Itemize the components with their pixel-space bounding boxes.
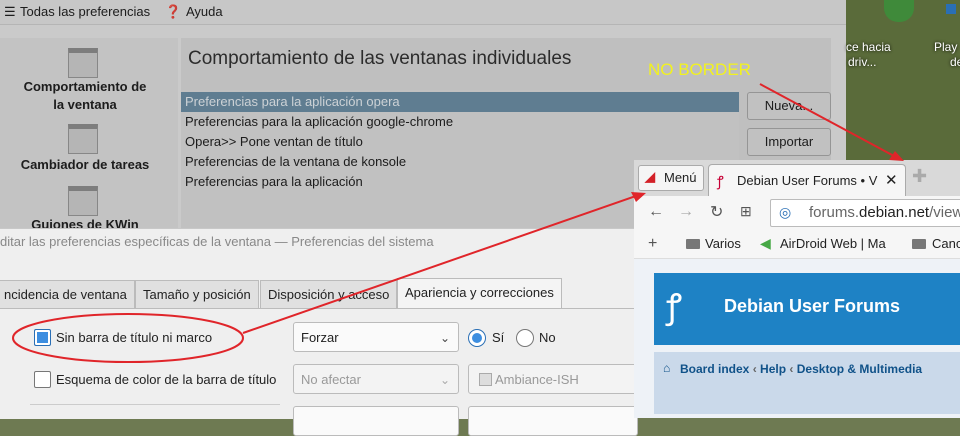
no-label: No <box>539 330 556 345</box>
yes-label: Sí <box>492 330 505 345</box>
desktop-icon-label[interactable]: Play de <box>934 40 960 70</box>
no-titlebar-checkbox[interactable] <box>34 329 51 346</box>
airdroid-icon: ◀ <box>760 235 771 251</box>
opera-menu-button[interactable]: ◢ Menú <box>638 165 704 191</box>
breadcrumb: ⌂ Board index ‹ Help ‹ Desktop & Multime… <box>654 352 960 414</box>
breadcrumb-help[interactable]: Help <box>760 362 786 376</box>
breadcrumb-board-index[interactable]: Board index <box>680 362 749 376</box>
color-scheme-value: Ambiance-ISH <box>495 372 579 387</box>
site-title[interactable]: Debian User Forums <box>724 296 900 317</box>
row-divider <box>30 404 280 405</box>
tab-window-match[interactable]: ncidencia de ventana <box>0 280 135 308</box>
no-titlebar-rule-select[interactable]: Forzar ⌄ <box>293 322 459 352</box>
tab-title: Debian User Forums • V <box>737 173 878 188</box>
url-prefix: forums. <box>809 204 860 221</box>
titlebar-color-rule-select[interactable]: No afectar ⌄ <box>293 364 459 394</box>
bookmark-varios[interactable]: Varios <box>705 236 741 251</box>
desktop-icon-text: ce hacia <box>846 40 891 54</box>
site-info-icon[interactable]: ◎ <box>779 204 791 221</box>
address-bar[interactable]: ◎ forums.debian.net/view <box>770 199 960 227</box>
debian-swirl-icon[interactable]: ꝭ <box>666 287 682 327</box>
next-rule-select[interactable] <box>293 406 459 436</box>
close-tab-icon[interactable]: ✕ <box>885 171 898 189</box>
titlebar-color-checkbox[interactable] <box>34 371 51 388</box>
yes-radio[interactable] <box>468 329 486 347</box>
debian-favicon-icon: ꝭ <box>717 173 724 189</box>
add-bookmark-icon[interactable]: + <box>648 235 657 253</box>
desktop-icon-label[interactable]: ce hacia driv... <box>846 40 891 70</box>
bookmarks-bar: + Varios ◀ AirDroid Web | Ma Canc <box>634 230 960 259</box>
annotation-label: NO BORDER <box>648 60 751 79</box>
color-scheme-select[interactable]: Ambiance-ISH <box>468 364 638 394</box>
breadcrumb-separator: ‹ <box>789 362 794 376</box>
no-radio[interactable] <box>516 329 534 347</box>
tab-arrangement-access[interactable]: Disposición y acceso <box>260 280 398 308</box>
site-header: ꝭ Debian User Forums <box>654 273 960 345</box>
bookmark-airdroid[interactable]: AirDroid Web | Ma <box>780 236 886 251</box>
back-icon[interactable]: ← <box>648 203 664 221</box>
breadcrumb-separator: ‹ <box>752 362 757 376</box>
browser-tab[interactable]: ꝭ Debian User Forums • V ✕ <box>708 164 906 197</box>
breadcrumb-desktop-multimedia[interactable]: Desktop & Multimedia <box>797 362 922 376</box>
reload-icon[interactable]: ↻ <box>710 202 723 222</box>
folder-icon <box>912 239 926 249</box>
new-tab-icon[interactable]: ✚ <box>912 166 927 187</box>
chevron-down-icon: ⌄ <box>439 331 450 345</box>
speed-dial-icon[interactable]: ⊞ <box>740 203 752 220</box>
chevron-down-icon: ⌄ <box>439 373 450 387</box>
url-domain: debian.net <box>859 204 930 221</box>
next-value-select[interactable] <box>468 406 638 436</box>
url-text: forums.debian.net/view <box>809 204 960 221</box>
desktop-icon-text: driv... <box>848 55 877 69</box>
desktop-icon-text: Play <box>934 40 958 54</box>
home-icon: ⌂ <box>663 361 671 375</box>
folder-icon <box>686 239 700 249</box>
opera-logo-icon: ◢ <box>645 169 655 184</box>
no-titlebar-label: Sin barra de título ni marco <box>56 330 213 345</box>
url-suffix: /view <box>929 204 960 221</box>
desktop-icon-image[interactable] <box>946 4 956 14</box>
desktop-area: ce hacia driv... Play de <box>846 0 960 165</box>
dialog-title: ditar las preferencias específicas de la… <box>0 234 434 249</box>
desktop-icon-text: de <box>950 55 960 69</box>
titlebar-color-label: Esquema de color de la barra de título <box>56 372 277 387</box>
rule-select-value: No afectar <box>301 372 361 387</box>
breadcrumb-trail: Board index ‹ Help ‹ Desktop & Multimedi… <box>680 362 922 376</box>
bookmark-canc[interactable]: Canc <box>932 236 960 251</box>
menu-label: Menú <box>664 170 697 185</box>
color-swatch-icon <box>479 373 492 386</box>
forward-icon[interactable]: → <box>678 203 694 221</box>
tab-size-position[interactable]: Tamaño y posición <box>135 280 259 308</box>
desktop-icon-image[interactable] <box>884 0 914 22</box>
tab-divider <box>0 308 634 309</box>
rule-select-value: Forzar <box>301 330 339 345</box>
tab-appearance-fixes[interactable]: Apariencia y correcciones <box>397 278 562 309</box>
